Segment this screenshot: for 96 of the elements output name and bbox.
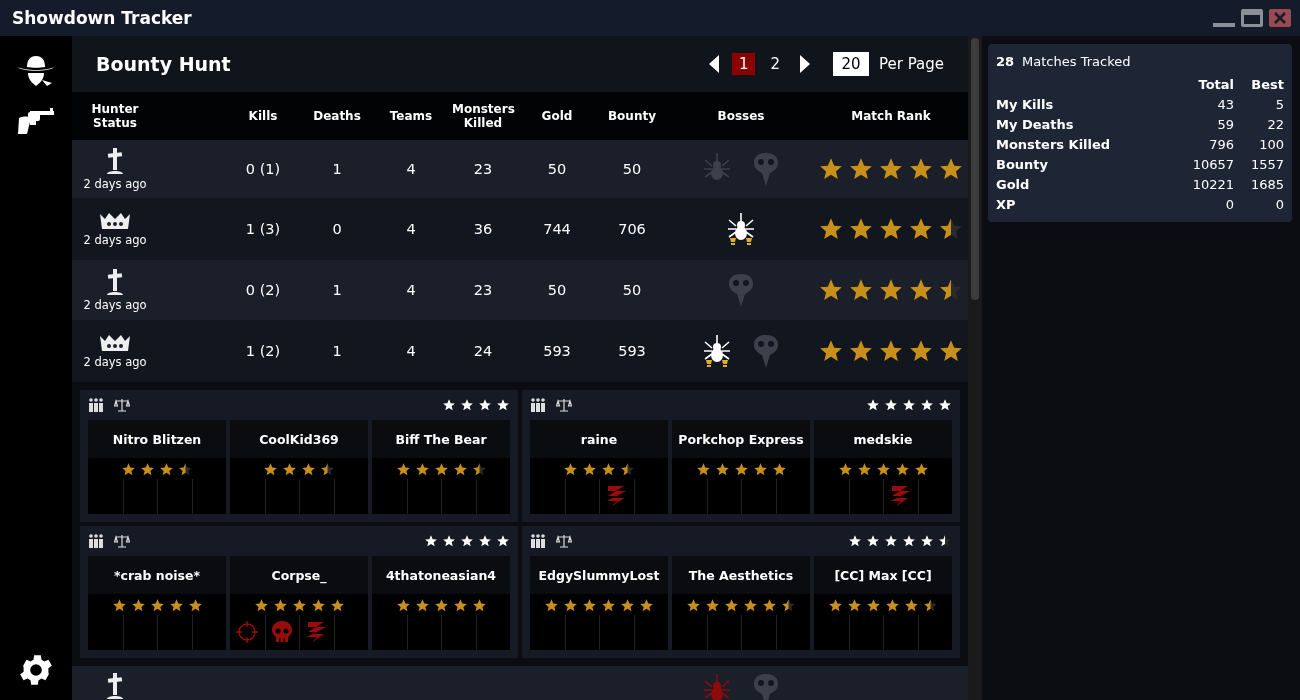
table-cell-text: 706 (617, 221, 647, 237)
player-name: *crab noise* (113, 567, 201, 583)
column-header: Gold (540, 109, 574, 123)
table-cell-text: 50 (621, 282, 643, 298)
stat-label: Gold (996, 177, 1031, 192)
stat-value: 22 (1266, 117, 1284, 132)
column-header: Bounty (606, 109, 657, 123)
scales-icon (556, 534, 572, 548)
player-name: 4thatoneasian4 (385, 567, 497, 583)
stat-value: 10221 (1191, 177, 1234, 192)
time-label: 2 days ago (83, 177, 147, 191)
table-cell-text: 1 (3) (244, 221, 282, 237)
stat-label: Bounty (996, 157, 1050, 172)
crosshair-icon (235, 620, 260, 644)
player-name: The Aesthetics (688, 567, 794, 583)
column-header: Total (1197, 77, 1234, 92)
table-cell-text: 744 (542, 221, 572, 237)
time-label: 2 days ago (83, 233, 147, 247)
crown-icon (99, 333, 131, 353)
stat-value: 59 (1216, 117, 1234, 132)
people-icon (530, 398, 546, 412)
table-cell-text: 4 (405, 282, 417, 298)
table-cell-text: 50 (621, 161, 643, 177)
match-count: 28 (996, 54, 1015, 69)
table-cell-text: 1 (331, 161, 343, 177)
table-cell-text: 0 (331, 221, 343, 237)
per-page-label: Per Page (879, 55, 944, 73)
stat-label: Monsters Killed (996, 137, 1112, 152)
column-header: Teams (388, 109, 434, 123)
stat-value: 796 (1208, 137, 1234, 152)
stat-value: 43 (1216, 97, 1234, 112)
column-header: Deaths (312, 109, 362, 123)
stat-value: 0 (1224, 197, 1234, 212)
stat-value: 10657 (1191, 157, 1234, 172)
column-header: Best (1250, 77, 1284, 92)
gravestone-icon (104, 268, 126, 296)
page-button[interactable]: 1 (731, 53, 756, 75)
column-header: Monsters Killed (451, 102, 516, 130)
gravestone-icon (104, 672, 126, 700)
table-cell-text: 23 (472, 282, 494, 298)
table-cell-text: 1 (2) (244, 343, 282, 359)
scales-icon (114, 398, 130, 412)
people-icon (88, 398, 104, 412)
people-icon (88, 534, 104, 548)
column-header: Match Rank (850, 109, 932, 123)
table-cell-text: 36 (472, 221, 494, 237)
stat-label: My Deaths (996, 117, 1075, 132)
gravestone-icon (104, 147, 126, 175)
maximize-icon[interactable] (1240, 8, 1264, 28)
player-name: Biff The Bear (395, 431, 487, 447)
column-header: Bosses (716, 109, 766, 123)
table-cell-text: 593 (542, 343, 572, 359)
table-cell-text: 593 (617, 343, 647, 359)
player-name: Porkchop Express (678, 431, 804, 447)
player-name: EdgySlummyLost (538, 567, 660, 583)
page-title: Bounty Hunt (96, 53, 231, 75)
people-icon (530, 534, 546, 548)
scrollbar-thumb[interactable] (971, 38, 979, 300)
stat-value: 5 (1274, 97, 1284, 112)
column-header: Kills (247, 109, 279, 123)
revolver-icon[interactable] (16, 106, 56, 136)
table-cell-text: 1 (331, 343, 343, 359)
player-name: CoolKid369 (259, 431, 339, 447)
crown-icon (99, 211, 131, 231)
window-title: Showdown Tracker (12, 8, 192, 28)
table-cell-text: 23 (472, 161, 494, 177)
per-page-field[interactable]: 20 (833, 52, 869, 76)
matches-label: Matches Tracked (1022, 54, 1131, 69)
stat-value: 0 (1274, 197, 1284, 212)
table-cell-text: 50 (546, 282, 568, 298)
player-name: Corpse_ (271, 567, 327, 583)
player-name: [CC] Max [CC] (834, 567, 932, 583)
stat-label: XP (996, 197, 1017, 212)
table-cell-text: 1 (331, 282, 343, 298)
column-header: Hunter Status (90, 102, 140, 130)
stat-value: 1557 (1249, 157, 1284, 172)
scales-icon (556, 398, 572, 412)
table-cell-text: 24 (472, 343, 494, 359)
scales-icon (114, 534, 130, 548)
table-cell-text: 4 (405, 161, 417, 177)
stat-value: 1685 (1249, 177, 1284, 192)
table-cell-text: 4 (405, 221, 417, 237)
skull-icon (271, 620, 294, 644)
table-cell-text: 4 (405, 343, 417, 359)
time-label: 2 days ago (83, 298, 147, 312)
player-name: medskie (853, 431, 913, 447)
close-icon[interactable] (1268, 8, 1292, 28)
table-cell-text: 50 (546, 161, 568, 177)
table-cell-text: 0 (1) (244, 161, 282, 177)
stat-value: 100 (1258, 137, 1284, 152)
table-cell-text: 0 (2) (244, 282, 282, 298)
player-name: raine (580, 431, 618, 447)
stat-label: My Kills (996, 97, 1055, 112)
player-name: Nitro Blitzen (112, 431, 202, 447)
page-button[interactable]: 2 (763, 53, 787, 75)
time-label: 2 days ago (83, 355, 147, 369)
